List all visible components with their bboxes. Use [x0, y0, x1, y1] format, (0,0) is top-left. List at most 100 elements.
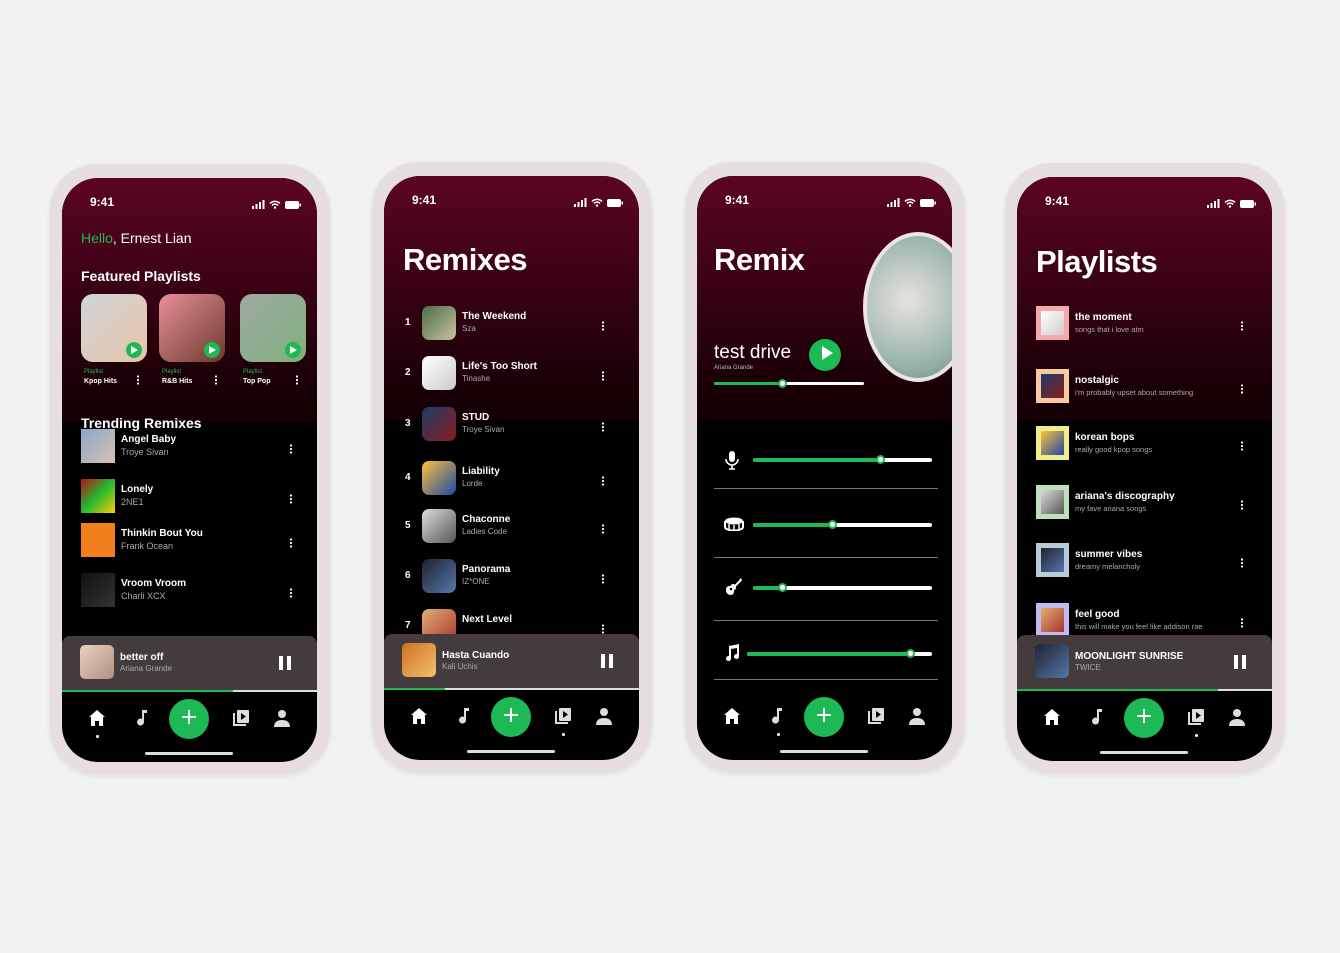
- nav-music[interactable]: [134, 709, 150, 732]
- divider: [714, 679, 938, 680]
- track-artist: Troye Sivan: [462, 425, 505, 434]
- more-options-button[interactable]: [601, 368, 605, 386]
- more-options-button[interactable]: [289, 535, 293, 553]
- track-artist: Tinashe: [462, 374, 491, 383]
- nav-home[interactable]: [1043, 708, 1061, 731]
- kebab-icon: [289, 491, 293, 508]
- kebab-icon: [601, 521, 605, 538]
- song-progress-slider[interactable]: [714, 379, 864, 388]
- remix-row[interactable]: 5 Chaconne Ladies Code: [384, 508, 639, 544]
- playback-progress[interactable]: [384, 688, 639, 690]
- more-options-button[interactable]: [1240, 615, 1244, 633]
- featured-playlist-card[interactable]: Playlist R&B Hits: [159, 294, 229, 394]
- playlist-row[interactable]: ariana's discography my fave ariana song…: [1017, 484, 1268, 520]
- nav-profile[interactable]: [1228, 708, 1246, 731]
- nav-home[interactable]: [88, 709, 106, 732]
- playlist-row[interactable]: feel good this will make you feel like a…: [1017, 602, 1268, 638]
- play-button[interactable]: [204, 342, 220, 358]
- remix-row[interactable]: 2 Life's Too Short Tinashe: [384, 355, 639, 391]
- trending-row[interactable]: Lonely 2NE1: [62, 478, 317, 514]
- now-playing-bar[interactable]: MOONLIGHT SUNRISE TWICE: [1017, 635, 1272, 689]
- playlist-description: my fave ariana songs: [1075, 504, 1147, 513]
- nav-profile[interactable]: [595, 707, 613, 730]
- pause-button[interactable]: [1234, 655, 1246, 674]
- more-options-button[interactable]: [601, 419, 605, 437]
- slider-knob[interactable]: [777, 583, 787, 592]
- playback-progress[interactable]: [62, 690, 317, 692]
- nav-playlists[interactable]: [554, 707, 572, 730]
- more-options-button[interactable]: [136, 372, 140, 390]
- trending-row[interactable]: Angel Baby Troye Sivan: [62, 428, 317, 464]
- more-options-button[interactable]: [601, 521, 605, 539]
- play-button[interactable]: [126, 342, 142, 358]
- nav-profile[interactable]: [273, 709, 291, 732]
- create-button[interactable]: [169, 699, 209, 739]
- more-options-button[interactable]: [1240, 318, 1244, 336]
- more-options-button[interactable]: [214, 372, 218, 390]
- nav-home[interactable]: [723, 707, 741, 730]
- play-button[interactable]: [285, 342, 301, 358]
- create-button[interactable]: [804, 697, 844, 737]
- battery-icon: [285, 196, 301, 214]
- pause-button[interactable]: [601, 654, 613, 673]
- nav-playlists[interactable]: [867, 707, 885, 730]
- active-tab-indicator: [777, 733, 780, 736]
- play-button[interactable]: [809, 339, 841, 371]
- more-options-button[interactable]: [601, 571, 605, 589]
- nav-music[interactable]: [1089, 708, 1105, 731]
- create-button[interactable]: [1124, 698, 1164, 738]
- now-playing-bar[interactable]: better off Ariana Grande: [62, 636, 317, 690]
- playlist-name: ariana's discography: [1075, 491, 1175, 502]
- more-options-button[interactable]: [1240, 497, 1244, 515]
- playlist-row[interactable]: korean bops really good kpop songs: [1017, 425, 1268, 461]
- home-icon: [1043, 709, 1061, 730]
- playlist-name: feel good: [1075, 609, 1120, 620]
- nav-playlists[interactable]: [1187, 708, 1205, 731]
- track-art: [422, 356, 456, 390]
- more-options-button[interactable]: [601, 473, 605, 491]
- track-volume-slider[interactable]: [753, 455, 932, 464]
- track-volume-slider[interactable]: [753, 520, 932, 529]
- featured-playlist-card[interactable]: Playlist Kpop Hits: [81, 294, 151, 394]
- nav-music[interactable]: [456, 707, 472, 730]
- playback-progress[interactable]: [1017, 689, 1272, 691]
- remix-row[interactable]: 6 Panorama IZ*ONE: [384, 558, 639, 594]
- playlist-row[interactable]: nostalgic i'm probably upset about somet…: [1017, 368, 1268, 404]
- slider-knob[interactable]: [777, 379, 787, 388]
- track-volume-slider[interactable]: [753, 583, 932, 592]
- track-volume-slider[interactable]: [747, 649, 932, 658]
- more-options-button[interactable]: [289, 491, 293, 509]
- featured-playlist-card[interactable]: Playlist Top Pop: [240, 294, 310, 394]
- rank: 2: [405, 367, 411, 378]
- track-art: [81, 573, 115, 607]
- trending-row[interactable]: Thinkin Bout You Frank Ocean: [62, 522, 317, 558]
- now-playing-bar[interactable]: Hasta Cuando Kali Uchis: [384, 634, 639, 688]
- slider-knob[interactable]: [827, 520, 837, 529]
- slider-knob[interactable]: [905, 649, 915, 658]
- now-playing-artist: Kali Uchis: [442, 662, 478, 671]
- nav-profile[interactable]: [908, 707, 926, 730]
- trending-row[interactable]: Vroom Vroom Charli XCX: [62, 572, 317, 608]
- playlist-row[interactable]: summer vibes dreamy melancholy: [1017, 542, 1268, 578]
- playlist-row[interactable]: the moment songs that i love atm: [1017, 305, 1268, 341]
- more-options-button[interactable]: [1240, 438, 1244, 456]
- more-options-button[interactable]: [289, 441, 293, 459]
- kebab-icon: [601, 318, 605, 335]
- person-icon: [1228, 709, 1246, 730]
- more-options-button[interactable]: [601, 318, 605, 336]
- create-button[interactable]: [491, 697, 531, 737]
- more-options-button[interactable]: [1240, 381, 1244, 399]
- remix-row[interactable]: 4 Liability Lorde: [384, 460, 639, 496]
- slider-knob[interactable]: [876, 455, 886, 464]
- home-indicator: [1100, 751, 1188, 754]
- remix-row[interactable]: 3 STUD Troye Sivan: [384, 406, 639, 442]
- more-options-button[interactable]: [295, 372, 299, 390]
- more-options-button[interactable]: [1240, 555, 1244, 573]
- nav-playlists[interactable]: [232, 709, 250, 732]
- nav-home[interactable]: [410, 707, 428, 730]
- pause-button[interactable]: [279, 656, 291, 675]
- more-options-button[interactable]: [289, 585, 293, 603]
- track-artist: Troye Sivan: [121, 447, 169, 457]
- nav-music[interactable]: [769, 707, 785, 730]
- remix-row[interactable]: 1 The Weekend Sza: [384, 305, 639, 341]
